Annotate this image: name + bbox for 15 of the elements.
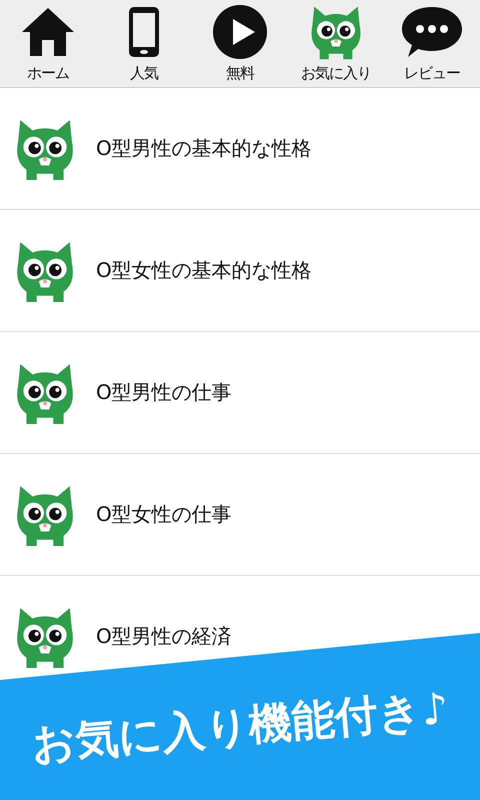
tab[interactable]: 無料 xyxy=(192,0,288,87)
tab[interactable]: 人気 xyxy=(96,0,192,87)
tab[interactable]: お気に入り xyxy=(288,0,384,87)
tab[interactable]: レビュー xyxy=(384,0,480,87)
speech-bubble-icon xyxy=(400,5,464,59)
home-icon xyxy=(20,6,76,58)
item-title[interactable]: O型男性の経済 xyxy=(96,623,232,650)
banner-text: お気に入り機能付き♪ xyxy=(29,682,451,772)
tab[interactable]: ホーム xyxy=(0,0,96,87)
item-title[interactable]: O型男性の仕事 xyxy=(96,379,232,406)
item-title[interactable]: O型女性の仕事 xyxy=(96,501,232,528)
smartphone-icon xyxy=(127,6,161,58)
item-title[interactable]: O型男性の基本的な性格 xyxy=(96,135,312,162)
play-icon xyxy=(213,5,267,59)
item-title[interactable]: O型女性の基本的な性格 xyxy=(96,257,312,284)
